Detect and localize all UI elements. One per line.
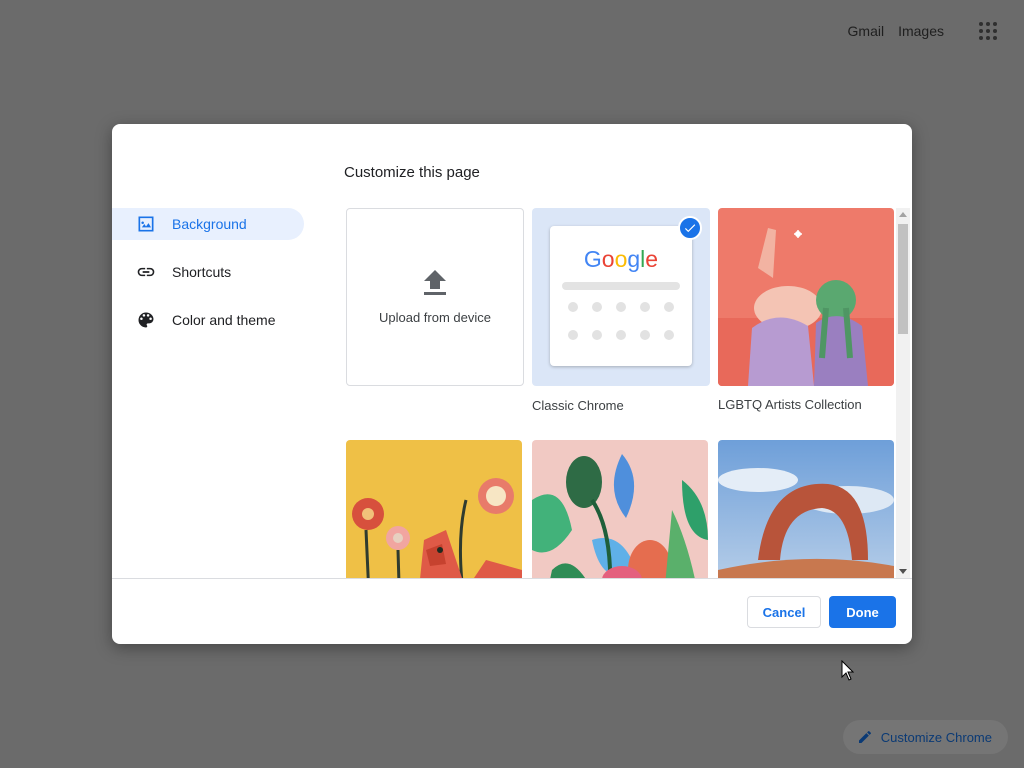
- shortcut-dots: [568, 302, 674, 312]
- customize-chrome-label: Customize Chrome: [880, 729, 992, 745]
- images-link[interactable]: Images: [898, 23, 944, 39]
- sidebar-item-label: Color and theme: [172, 312, 276, 328]
- desert-arch-tile[interactable]: [718, 440, 894, 578]
- sidebar-item-label: Background: [172, 216, 247, 232]
- desert-arch-image: [718, 440, 894, 578]
- customize-chrome-button[interactable]: Customize Chrome: [842, 720, 1008, 754]
- footer-divider: [112, 578, 912, 579]
- sidebar-item-shortcuts[interactable]: Shortcuts: [112, 256, 304, 288]
- upload-tile[interactable]: Upload from device: [346, 208, 524, 386]
- done-button[interactable]: Done: [829, 596, 896, 628]
- sidebar-item-background[interactable]: Background: [112, 208, 304, 240]
- scroll-up-icon[interactable]: [899, 212, 907, 217]
- customize-dialog: Customize this page Background Shortcuts…: [112, 124, 912, 644]
- search-bar-placeholder: [562, 282, 680, 290]
- upload-label: Upload from device: [379, 309, 491, 325]
- palette-icon: [138, 312, 154, 328]
- scroll-down-icon[interactable]: [899, 569, 907, 574]
- grid-scrollbar[interactable]: [896, 208, 910, 578]
- dialog-title: Customize this page: [344, 164, 480, 181]
- classic-chrome-tile[interactable]: Google: [532, 208, 710, 386]
- google-logo: Google: [583, 246, 659, 272]
- lgbtq-artists-tile[interactable]: [718, 208, 894, 386]
- shortcut-dots: [568, 330, 674, 340]
- check-icon: [678, 216, 702, 240]
- sidebar-item-color-theme[interactable]: Color and theme: [112, 304, 304, 336]
- lgbtq-artists-label: LGBTQ Artists Collection: [718, 397, 862, 412]
- pencil-icon: [858, 730, 871, 743]
- upload-icon: [424, 269, 446, 295]
- botanical-art-tile[interactable]: [532, 440, 708, 578]
- cancel-button[interactable]: Cancel: [747, 596, 821, 628]
- link-icon: [137, 267, 155, 277]
- background-grid: Upload from device Google Classic Chrome: [344, 208, 912, 578]
- flower-art-image: [346, 440, 522, 578]
- scrollbar-thumb[interactable]: [898, 224, 908, 334]
- apps-grid-icon[interactable]: [976, 19, 1000, 43]
- sidebar-item-label: Shortcuts: [172, 264, 232, 280]
- flower-art-tile[interactable]: [346, 440, 522, 578]
- dialog-sidebar: Background Shortcuts Color and theme: [112, 208, 312, 352]
- mouse-cursor-icon: [841, 660, 855, 681]
- classic-chrome-label: Classic Chrome: [532, 398, 624, 413]
- classic-chrome-preview: Google: [550, 226, 692, 366]
- image-icon: [138, 216, 154, 232]
- top-bar: Gmail Images: [848, 0, 1024, 62]
- botanical-art-image: [532, 440, 708, 578]
- lgbtq-artwork-image: [718, 208, 894, 386]
- gmail-link[interactable]: Gmail: [848, 23, 885, 39]
